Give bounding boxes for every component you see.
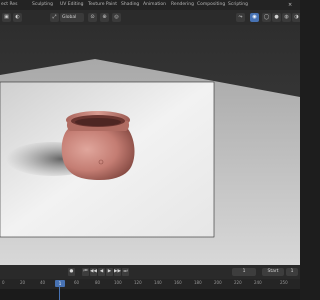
close-tab-icon[interactable]: × — [288, 1, 292, 9]
shading-rendered-icon[interactable]: ◑ — [292, 13, 300, 22]
frame-ruler[interactable]: 0 20 40 60 80 100 120 140 160 180 200 22… — [0, 279, 300, 289]
transform-orientation-dropdown[interactable]: Global — [60, 13, 84, 22]
play-button[interactable]: ▶ — [106, 268, 113, 276]
tick-label: 100 — [114, 280, 122, 285]
tab-uv-editing[interactable]: UV Editing — [60, 1, 83, 9]
pivot-point-icon[interactable]: ⊙ — [88, 13, 97, 22]
tick-label: 160 — [174, 280, 182, 285]
timeline-track[interactable] — [0, 289, 300, 300]
timeline-editor: ● ⏮ ◀◀ ◀ ▶ ▶▶ ⏭ 1 Start 1 0 20 40 60 80 … — [0, 265, 300, 300]
proportional-edit-icon[interactable]: ◎ — [112, 13, 121, 22]
tick-label: 40 — [40, 280, 46, 285]
start-frame-field[interactable]: Start — [262, 268, 284, 276]
tick-label: 220 — [234, 280, 242, 285]
tab-sculpting[interactable]: Sculpting — [32, 1, 53, 9]
tab-shading[interactable]: Shading — [121, 1, 139, 9]
clay-pot-mesh[interactable] — [61, 111, 135, 180]
tab-texture-paint[interactable]: Texture Paint — [88, 1, 117, 9]
play-reverse-button[interactable]: ◀ — [98, 268, 105, 276]
timeline-header: ● ⏮ ◀◀ ◀ ▶ ▶▶ ⏭ 1 Start 1 — [0, 265, 300, 279]
tick-label: 0 — [2, 280, 5, 285]
tick-label: 20 — [20, 280, 26, 285]
jump-keyframe-back-button[interactable]: ◀◀ — [90, 268, 97, 276]
tick-label: 60 — [74, 280, 80, 285]
tab-compositing[interactable]: Compositing — [197, 1, 225, 9]
tab-animation[interactable]: Animation — [143, 1, 166, 9]
tick-label: 120 — [134, 280, 142, 285]
tab-layout[interactable]: ect Res — [1, 1, 17, 9]
tick-label: 140 — [154, 280, 162, 285]
3d-viewport[interactable] — [0, 25, 300, 265]
jump-keyframe-forward-button[interactable]: ▶▶ — [114, 268, 121, 276]
orientation-icon[interactable]: ⤢ — [50, 13, 59, 22]
workspace-tab-bar: ect Res Sculpting UV Editing Texture Pai… — [0, 0, 300, 10]
tick-label: 240 — [254, 280, 262, 285]
tab-scripting[interactable]: Scripting — [228, 1, 248, 9]
end-frame-field[interactable]: 1 — [286, 268, 298, 276]
object-mode-icon[interactable]: ◐ — [13, 13, 22, 22]
shading-solid-icon[interactable]: ● — [272, 13, 281, 22]
jump-end-button[interactable]: ⏭ — [122, 268, 129, 276]
record-keyframe-button[interactable]: ● — [68, 268, 75, 276]
current-frame-field[interactable]: 1 — [232, 268, 256, 276]
playhead-frame-indicator[interactable]: 1 — [55, 280, 65, 287]
jump-start-button[interactable]: ⏮ — [82, 268, 89, 276]
shading-material-icon[interactable]: ◍ — [282, 13, 291, 22]
tick-label: 180 — [194, 280, 202, 285]
blender-window: ect Res Sculpting UV Editing Texture Pai… — [0, 0, 300, 300]
tick-label: 80 — [95, 280, 101, 285]
snap-icon[interactable]: ⊕ — [100, 13, 109, 22]
overlays-icon[interactable]: ◉ — [250, 13, 259, 22]
playhead-line — [59, 287, 60, 300]
3d-viewport-icon[interactable]: ▣ — [2, 13, 11, 22]
viewport-gizmo-icon[interactable]: ⤳ — [236, 13, 245, 22]
tab-rendering[interactable]: Rendering — [171, 1, 194, 9]
shading-wireframe-icon[interactable]: ◯ — [262, 13, 271, 22]
tick-label: 250 — [280, 280, 288, 285]
tick-label: 200 — [214, 280, 222, 285]
viewport-header: ▣ ◐ ⤢ Global ⊙ ⊕ ◎ ⤳ ◉ ◯ ● ◍ ◑ — [0, 10, 300, 25]
